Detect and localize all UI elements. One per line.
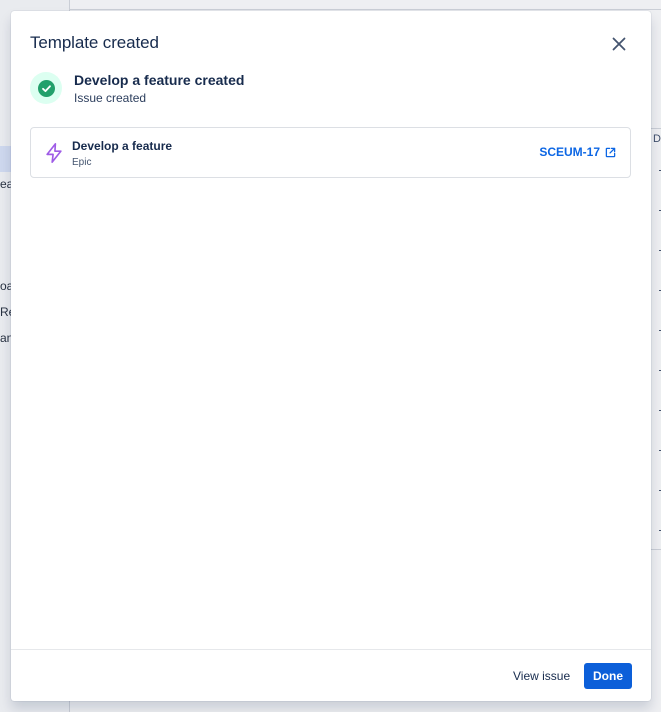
created-issue-card: Develop a feature Epic SCEUM-17 xyxy=(30,127,631,178)
issue-key-link[interactable]: SCEUM-17 xyxy=(539,145,616,159)
dialog-title: Template created xyxy=(30,33,159,52)
success-badge xyxy=(30,72,62,104)
check-circle-icon xyxy=(37,79,55,97)
dialog-footer: View issue Done xyxy=(11,649,651,701)
template-created-dialog: Template created Develop a feature creat… xyxy=(11,11,651,701)
issue-name: Develop a feature xyxy=(72,139,173,153)
issue-type: Epic xyxy=(72,157,92,168)
success-title: Develop a feature created xyxy=(74,72,245,88)
external-link-icon xyxy=(605,147,616,157)
issue-key: SCEUM-17 xyxy=(539,145,600,159)
lightning-epic-icon xyxy=(46,143,62,163)
done-button[interactable]: Done xyxy=(584,663,632,689)
close-button[interactable] xyxy=(607,32,631,56)
view-issue-button[interactable]: View issue xyxy=(505,663,578,689)
success-subtitle: Issue created xyxy=(74,91,147,105)
close-icon xyxy=(612,37,626,51)
